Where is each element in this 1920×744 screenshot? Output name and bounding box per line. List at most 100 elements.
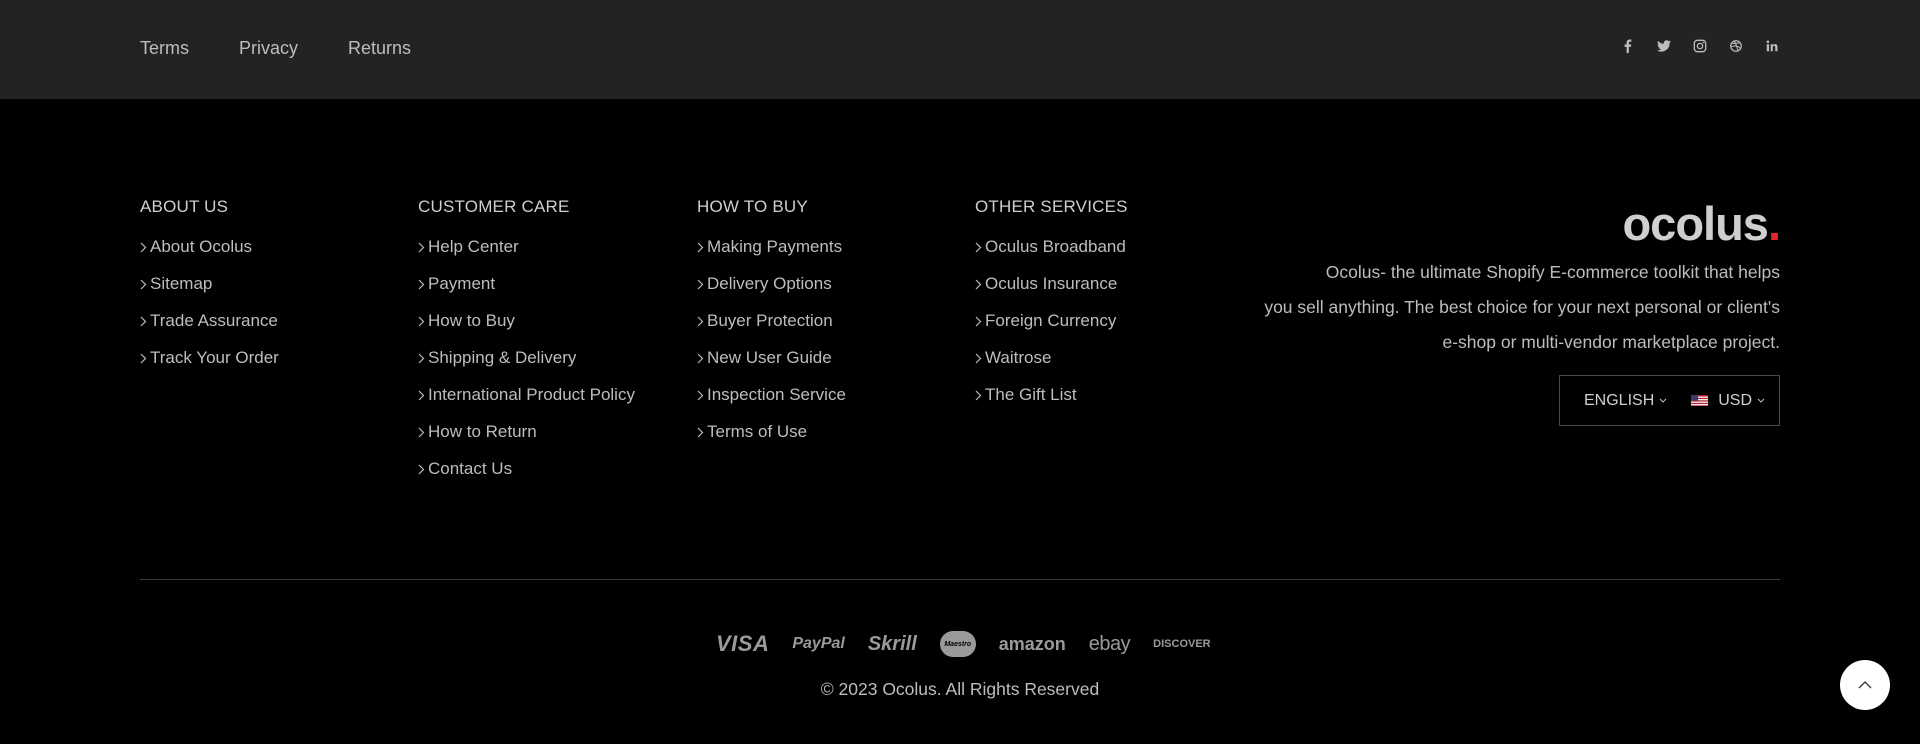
back-to-top-button[interactable] [1840,660,1890,710]
footer-link[interactable]: Buyer Protection [707,311,833,331]
maestro-icon: Maestro [939,631,976,657]
description-line: you sell anything. The best choice for y… [1264,297,1780,317]
twitter-icon[interactable] [1656,38,1672,54]
footer-link[interactable]: New User Guide [707,348,832,368]
footer-link[interactable]: Foreign Currency [985,311,1116,331]
column-heading: ABOUT US [140,197,229,216]
list-item[interactable]: Foreign Currency [975,311,1128,348]
terms-link[interactable]: Terms [140,38,189,59]
chevron-right-icon [418,348,428,368]
footer-divider [140,579,1780,580]
list-item[interactable]: Sitemap [140,274,279,311]
chevron-right-icon [418,311,428,331]
social-links [1620,38,1780,54]
column-heading: OTHER SERVICES [975,197,1128,216]
chevron-right-icon [975,274,985,294]
list-item[interactable]: How to Buy [418,311,635,348]
list-item[interactable]: New User Guide [697,348,846,385]
list-item[interactable]: Track Your Order [140,348,279,385]
list-item[interactable]: Oculus Insurance [975,274,1128,311]
column-heading: CUSTOMER CARE [418,197,570,216]
copyright-text: © 2023 Ocolus. All Rights Reserved [820,679,1100,699]
logo-dot: . [1767,197,1781,250]
list-item[interactable]: Payment [418,274,635,311]
paypal-icon: PayPal [792,635,845,652]
chevron-right-icon [975,237,985,257]
facebook-icon[interactable] [1620,38,1636,54]
list-item[interactable]: Trade Assurance [140,311,279,348]
language-select[interactable]: ENGLISH [1584,392,1667,410]
list-item[interactable]: Shipping & Delivery [418,348,635,385]
list-item[interactable]: Inspection Service [697,385,846,422]
footer-link[interactable]: Terms of Use [707,422,807,442]
privacy-link[interactable]: Privacy [239,38,298,59]
chevron-down-icon [1659,398,1667,403]
list-item[interactable]: Oculus Broadband [975,237,1128,274]
instagram-icon[interactable] [1692,38,1708,54]
chevron-right-icon [697,422,707,442]
other-services-column: OTHER SERVICES Oculus Broadband Oculus I… [975,197,1128,422]
footer-link[interactable]: International Product Policy [428,385,635,405]
footer-link[interactable]: Waitrose [985,348,1051,368]
amazon-icon: amazon [998,633,1066,654]
list-item[interactable]: Terms of Use [697,422,846,459]
footer-link[interactable]: Oculus Insurance [985,274,1117,294]
footer-link[interactable]: Delivery Options [707,274,832,294]
description-line: Ocolus- the ultimate Shopify E-commerce … [1325,262,1780,282]
list-item[interactable]: Contact Us [418,459,635,496]
list-item[interactable]: The Gift List [975,385,1128,422]
chevron-right-icon [975,348,985,368]
list-item[interactable]: Buyer Protection [697,311,846,348]
footer-link[interactable]: Inspection Service [707,385,846,405]
skrill-icon: Skrill [867,632,917,655]
brand-logo[interactable]: ocolus. [1622,196,1781,251]
list-item[interactable]: Waitrose [975,348,1128,385]
chevron-right-icon [418,237,428,257]
chevron-up-icon [1858,681,1872,689]
list-item[interactable]: Help Center [418,237,635,274]
visa-icon: VISA [716,631,770,656]
footer-link[interactable]: About Ocolus [150,237,252,257]
footer-link[interactable]: How to Return [428,422,537,442]
us-flag-icon [1691,395,1709,406]
chevron-right-icon [140,348,150,368]
returns-link[interactable]: Returns [348,38,411,59]
how-to-buy-column: HOW TO BUY Making Payments Delivery Opti… [697,197,846,459]
footer-link[interactable]: How to Buy [428,311,515,331]
footer-link[interactable]: Sitemap [150,274,212,294]
ebay-icon: ebay [1088,632,1131,655]
description-line: e-shop or multi-vendor marketplace proje… [1442,332,1780,352]
currency-select[interactable]: USD [1691,392,1765,410]
footer-link[interactable]: Making Payments [707,237,842,257]
currency-value: USD [1718,391,1753,409]
list-item[interactable]: International Product Policy [418,385,635,422]
footer-link[interactable]: Help Center [428,237,519,257]
chevron-right-icon [697,237,707,257]
footer-link[interactable]: Contact Us [428,459,512,479]
footer-link[interactable]: Shipping & Delivery [428,348,576,368]
locale-selector: ENGLISH USD [1559,375,1780,426]
brand-description: Ocolus- the ultimate Shopify E-commerce … [1220,255,1780,360]
linkedin-icon[interactable] [1764,38,1780,54]
chevron-right-icon [975,385,985,405]
footer-top-bar: Terms Privacy Returns [0,0,1920,99]
footer-link[interactable]: Trade Assurance [150,311,278,331]
about-us-column: ABOUT US About Ocolus Sitemap Trade Assu… [140,197,279,385]
chevron-down-icon [1757,398,1765,403]
logo-text: ocolus [1622,197,1768,250]
footer-link[interactable]: The Gift List [985,385,1077,405]
column-heading: HOW TO BUY [697,197,808,216]
list-item[interactable]: About Ocolus [140,237,279,274]
footer-link[interactable]: Oculus Broadband [985,237,1126,257]
chevron-right-icon [418,385,428,405]
list-item[interactable]: How to Return [418,422,635,459]
list-item[interactable]: Delivery Options [697,274,846,311]
payment-methods: VISA PayPal Skrill Maestro amazon ebay D… [716,631,1211,657]
footer-link[interactable]: Payment [428,274,495,294]
list-item[interactable]: Making Payments [697,237,846,274]
chevron-right-icon [418,459,428,479]
footer-link[interactable]: Track Your Order [150,348,279,368]
chevron-right-icon [140,311,150,331]
dribbble-icon[interactable] [1728,38,1744,54]
discover-icon: DISCOVER [1153,638,1211,650]
